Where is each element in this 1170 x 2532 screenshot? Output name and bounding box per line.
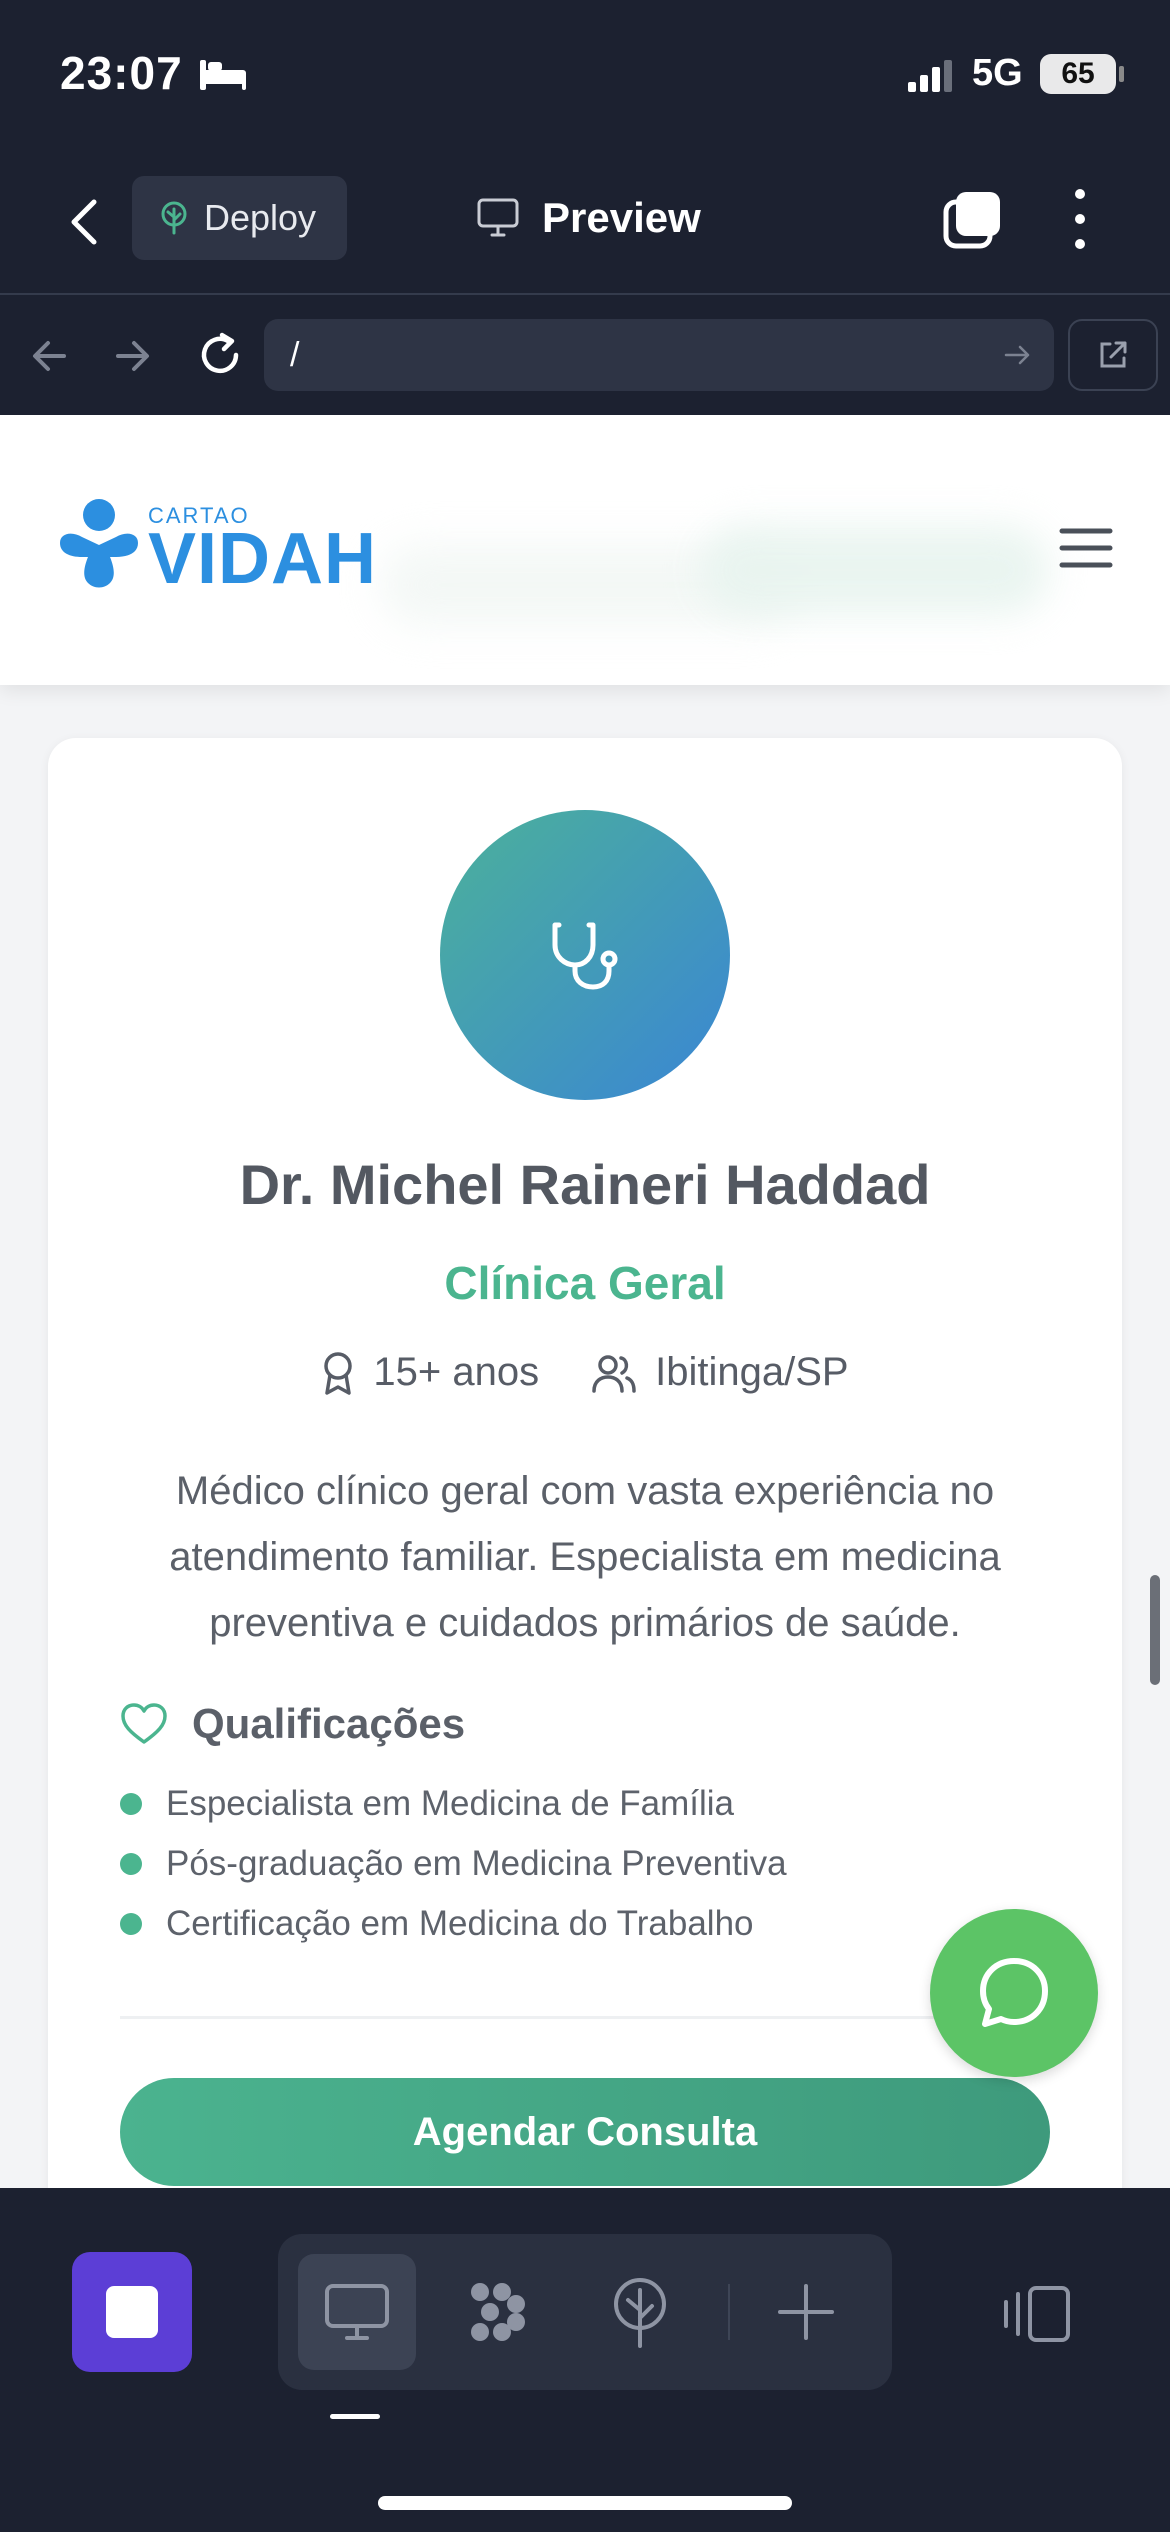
preview-title: Preview xyxy=(476,188,701,248)
bullet-dot xyxy=(120,1853,142,1875)
deploy-button[interactable]: Deploy xyxy=(132,176,347,260)
panel-layout-icon[interactable] xyxy=(1000,2282,1074,2346)
hamburger-menu-icon[interactable] xyxy=(1058,525,1114,571)
preview-title-text: Preview xyxy=(542,194,701,241)
header-blur-decoration xyxy=(700,525,1050,615)
logo-big-text: VIDAH xyxy=(148,519,378,599)
url-go-arrow-icon[interactable] xyxy=(1002,339,1034,371)
external-link-icon xyxy=(1100,341,1127,368)
logo-cross-icon xyxy=(60,499,138,588)
schedule-appointment-button[interactable]: Agendar Consulta xyxy=(120,2078,1050,2186)
status-bar: 23:07 5G 65 xyxy=(0,0,1170,150)
location-text: Ibitinga/SP xyxy=(655,1350,849,1394)
monitor-icon xyxy=(477,198,519,237)
award-icon xyxy=(324,1351,353,1395)
active-tab-indicator xyxy=(330,2414,380,2419)
chat-bubble-icon xyxy=(980,1958,1048,2027)
url-text: / xyxy=(290,335,300,374)
qualification-text: Pós-graduação em Medicina Preventiva xyxy=(166,1844,787,1883)
doctor-avatar xyxy=(440,810,730,1100)
stop-icon xyxy=(106,2286,158,2338)
experience-text: 15+ anos xyxy=(373,1350,540,1394)
code-pattern-icon[interactable] xyxy=(460,2274,536,2350)
heart-icon xyxy=(121,1703,167,1744)
url-input[interactable]: / xyxy=(264,319,1054,391)
doctor-name: Dr. Michel Raineri Haddad xyxy=(239,1153,931,1216)
open-external-button[interactable] xyxy=(1068,319,1158,391)
whatsapp-chat-button[interactable] xyxy=(930,1909,1098,2077)
list-item: Especialista em Medicina de Família xyxy=(120,1774,787,1834)
location-item: Ibitinga/SP xyxy=(591,1350,849,1395)
app-header: Deploy Preview xyxy=(0,150,1170,295)
tabs-icon[interactable] xyxy=(942,188,1004,250)
doctor-bio: Médico clínico geral com vasta experiênc… xyxy=(169,1469,1001,1645)
reload-icon[interactable] xyxy=(192,327,248,383)
qualifications-title: Qualificações xyxy=(192,1700,466,1747)
deploy-label: Deploy xyxy=(204,197,317,238)
doctor-meta: 15+ anos Ibitinga/SP xyxy=(48,1350,1122,1395)
bottom-toolbar xyxy=(0,2188,1170,2532)
card-divider xyxy=(120,2016,1050,2019)
network-type: 5G xyxy=(972,52,1023,94)
stethoscope-icon xyxy=(552,922,618,990)
status-time: 23:07 xyxy=(60,47,183,99)
experience-item: 15+ anos xyxy=(321,1350,539,1395)
back-chevron-icon[interactable] xyxy=(56,190,116,254)
web-preview: CARTAO VIDAH Dr. Michel Raineri Haddad C… xyxy=(0,415,1170,2188)
browser-nav-bar: / xyxy=(0,297,1170,415)
plus-icon[interactable] xyxy=(768,2274,844,2350)
battery-tip xyxy=(1119,66,1124,82)
doctor-specialty: Clínica Geral xyxy=(444,1257,726,1309)
sleep-focus-icon xyxy=(200,60,246,90)
list-item: Pós-graduação em Medicina Preventiva xyxy=(120,1834,787,1894)
site-header: CARTAO VIDAH xyxy=(0,415,1170,685)
nav-back-arrow-icon[interactable] xyxy=(24,331,74,381)
qualification-text: Especialista em Medicina de Família xyxy=(166,1784,735,1823)
list-item: Certificação em Medicina do Trabalho xyxy=(120,1894,787,1954)
qualifications-list: Especialista em Medicina de Família Pós-… xyxy=(120,1774,787,1954)
battery-indicator: 65 xyxy=(1040,54,1116,94)
qualification-text: Certificação em Medicina do Trabalho xyxy=(166,1904,754,1943)
nav-forward-arrow-icon[interactable] xyxy=(108,331,158,381)
stop-button[interactable] xyxy=(72,2252,192,2372)
deploy-tree-icon[interactable] xyxy=(602,2274,678,2350)
home-indicator[interactable] xyxy=(378,2496,792,2510)
separator xyxy=(728,2284,730,2340)
users-icon xyxy=(592,1354,636,1393)
more-vertical-icon[interactable] xyxy=(1064,186,1096,252)
scrollbar[interactable] xyxy=(1150,1575,1160,1685)
deploy-tree-icon xyxy=(161,201,187,235)
qualifications-heading: Qualificações xyxy=(120,1700,465,1748)
view-switcher xyxy=(278,2234,892,2390)
cellular-signal-icon xyxy=(908,60,952,92)
bullet-dot xyxy=(120,1913,142,1935)
bullet-dot xyxy=(120,1793,142,1815)
monitor-icon[interactable] xyxy=(319,2274,395,2350)
